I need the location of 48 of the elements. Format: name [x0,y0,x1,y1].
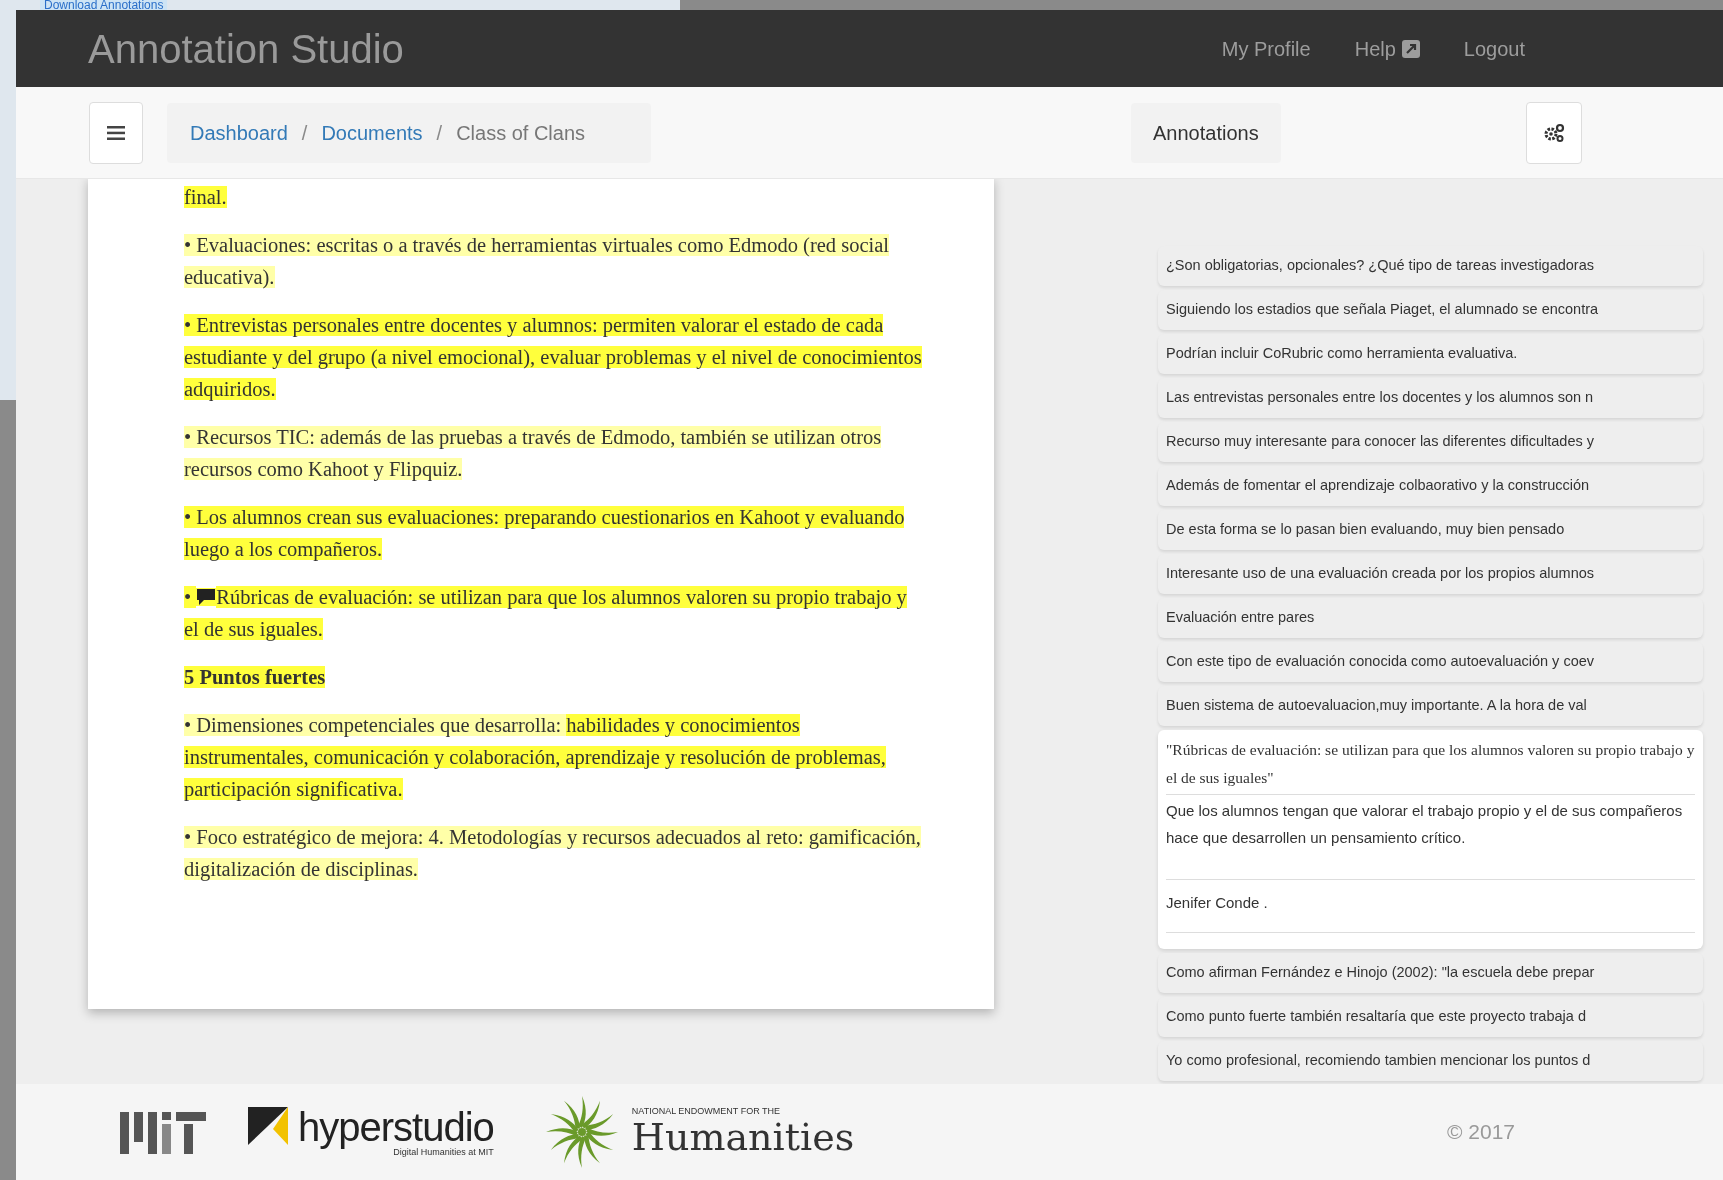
annotation-item[interactable]: Como punto fuerte también resaltaría que este proyecto trabaja d [1158,997,1703,1037]
annotation-item[interactable]: Podrían incluir CoRubric como herramienta evaluativa. [1158,334,1703,374]
annotations-tab[interactable]: Annotations [1131,102,1281,163]
humanities-wordmark: Humanities [631,1116,855,1158]
hyperstudio-wordmark: hyperstudio [298,1106,494,1147]
external-link-icon [1401,39,1420,58]
annotation-item[interactable]: Yo como profesional, recomiendo tambien mencionar los puntos d [1158,1041,1703,1081]
annotation-comment: Que los alumnos tengan que valorar el trabajo propio y el de sus compañeros hace que desarrollen un pensamiento crítico. [1166,795,1695,880]
settings-button[interactable] [1525,101,1582,164]
breadcrumb-link[interactable]: Dashboard [190,117,288,148]
paragraph: • Foco estratégico de mejora: 4. Metodologías y recursos adecuados al reto: gamificación, digitalización de disciplinas. [184,825,922,883]
annotation-item[interactable]: Siguiendo los estadios que señala Piaget, el alumnado se encontra [1158,290,1703,330]
annotation-item[interactable]: Interesante uso de una evaluación creada por los propios alumnos [1158,554,1703,594]
breadcrumb-separator: / [436,120,443,146]
hyperstudio-tagline: Digital Humanities at MIT [393,1146,494,1158]
menu-icon [107,125,125,140]
nav-link[interactable]: Help [1354,33,1420,64]
annotation-item[interactable]: Además de fomentar el aprendizaje colbaorativo y la construcción [1158,466,1703,506]
paragraph: • Dimensiones competenciales que desarrolla: habilidades y conocimientos instrumentales, comunicación y colaboración, aprendizaje y resolución de problemas, participación significativa. [184,713,887,803]
annotation-author: Jenifer Conde . [1166,880,1695,933]
paragraph: • Evaluaciones: escritas o a través de herramientas virtuales como Edmodo (red social educativa). [184,233,891,291]
breadcrumb-separator: / [301,120,308,146]
annotation-item[interactable]: De esta forma se lo pasan bien evaluando, muy bien pensado [1158,510,1703,550]
annotation-item[interactable]: Con este tipo de evaluación conocida como autoevaluación y coev [1158,642,1703,682]
paragraph: • Entrevistas personales entre docentes y alumnos: permiten valorar el estado de cada estudiante y del grupo (a nivel emocional), evaluar problemas y el nivel de conocimientos adquiridos. [184,313,923,403]
annotation-item[interactable]: Buen sistema de autoevaluacion,muy importante. A la hora de val [1158,686,1703,726]
menu-button[interactable] [89,101,143,164]
comment-icon[interactable] [196,588,217,606]
annotation-quote: "Rúbricas de evaluación: se utilizan para que los alumnos valoren su propio trabajo y el de sus iguales" [1166,736,1695,795]
hyperstudio-logo-icon [248,1106,288,1145]
paragraph: • Los alumnos crean sus evaluaciones: preparando cuestionarios en Kahoot y evaluando luego a los compañeros. [184,505,906,563]
paragraph: • Recursos TIC: además de las pruebas a través de Edmodo, también se utilizan otros recursos como Kahoot y Flipquiz. [184,425,883,483]
annotation-item[interactable]: Como afirman Fernández e Hinojo (2002): "la escuela debe prepar [1158,953,1703,993]
section-heading: 5 Puntos fuertes [184,665,327,690]
copyright-text: © 2017 [1446,1119,1515,1146]
nav-link[interactable]: Logout [1463,33,1525,64]
annotation-item[interactable]: Evaluación entre pares [1158,598,1703,638]
annotation-item[interactable]: ¿Son obligatorias, opcionales? ¿Qué tipo de tareas investigadoras [1158,246,1703,286]
app-title[interactable]: Annotation Studio [88,18,404,79]
paragraph: • Rúbricas de evaluación: se utilizan para que los alumnos valoren su propio trabajo y el de sus iguales. [184,585,908,643]
nav-link[interactable]: My Profile [1221,33,1311,64]
annotation-item[interactable]: Las entrevistas personales entre los docentes y los alumnos son n [1158,378,1703,418]
annotation-item[interactable]: Recurso muy interesante para conocer las diferentes dificultades y [1158,422,1703,462]
paragraph: final. [184,185,228,210]
neh-overline: NATIONAL ENDOWMENT FOR THE [631,1106,781,1116]
settings-icon [1542,122,1565,143]
breadcrumb-link[interactable]: Documents [321,117,423,148]
annotation-card[interactable] [1158,730,1703,949]
